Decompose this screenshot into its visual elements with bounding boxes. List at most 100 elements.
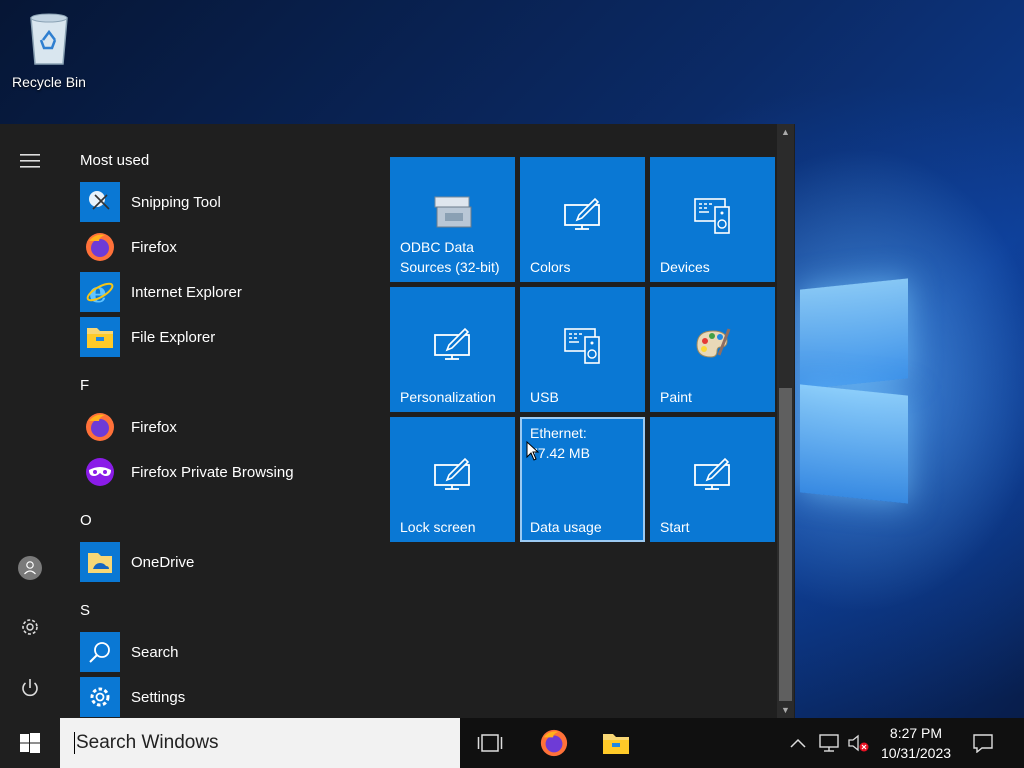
power-icon [22,679,38,697]
hamburger-icon [20,154,40,168]
internet-explorer-icon: e [80,272,120,312]
app-label: File Explorer [131,328,216,346]
app-label: Firefox Private Browsing [131,463,294,481]
taskbar-search-box[interactable]: Search Windows [60,718,460,768]
odbc-icon [434,196,471,228]
folder-icon [80,317,120,357]
app-item-firefox-private-browsing[interactable]: Firefox Private Browsing [80,452,370,492]
taskbar-file-explorer-button[interactable] [592,718,640,768]
task-view-button[interactable] [466,718,514,768]
tile-paint[interactable]: Paint [650,287,775,412]
data-usage-connection: Ethernet: [530,425,587,441]
app-item-search[interactable]: Search [80,632,370,672]
desktop-icon-recycle-bin[interactable]: Recycle Bin [6,6,92,98]
network-button[interactable] [816,731,842,755]
app-list: Most used Snipping Tool Firefox e Intern… [80,124,380,718]
palette-icon [695,328,730,358]
app-item-snipping-tool[interactable]: Snipping Tool [80,182,370,222]
volume-muted-icon [848,734,869,752]
show-hidden-icons-button[interactable] [788,731,808,755]
file-explorer-icon [603,734,629,754]
app-item-onedrive[interactable]: OneDrive [80,542,370,582]
user-icon [18,556,42,580]
group-header-o[interactable]: O [80,508,92,534]
tile-colors[interactable]: Colors [520,157,645,282]
tile-personalization[interactable]: Personalization [390,287,515,412]
keyboard-speaker-icon [563,328,600,364]
notification-icon [973,734,993,753]
keyboard-speaker-icon [693,198,730,234]
tile-label: Lock screen [400,519,476,535]
firefox-icon [80,227,120,267]
app-label: Firefox [131,238,177,256]
tile-label: Colors [530,259,571,275]
snipping-tool-icon [80,182,120,222]
tile-label: Data usage [530,519,602,535]
pen-monitor-icon [563,197,600,230]
group-header-f[interactable]: F [80,373,89,399]
expand-menu-button[interactable] [0,139,60,183]
chevron-up-icon [790,738,806,748]
app-label: Internet Explorer [131,283,242,301]
tile-data-usage[interactable]: Ethernet: 77.42 MB Data usage [520,417,645,542]
group-header-most-used: Most used [80,152,150,169]
clock-date: 10/31/2023 [880,745,952,761]
tile-odbc-data-sources[interactable]: ODBC Data Sources (32-bit) [390,157,515,282]
recycle-bin-icon [30,13,68,65]
start-scrollbar[interactable]: ▲ ▼ [777,124,794,718]
volume-button[interactable] [846,731,870,755]
scroll-thumb[interactable] [779,388,792,701]
start-button[interactable] [0,718,60,768]
start-menu: Most used Snipping Tool Firefox e Intern… [0,124,795,718]
firefox-icon [80,407,120,447]
app-item-firefox[interactable]: Firefox [80,407,370,447]
scroll-down-arrow-icon[interactable]: ▼ [777,702,794,718]
app-item-firefox[interactable]: Firefox [80,227,370,267]
pen-monitor-icon [433,327,470,360]
app-label: Firefox [131,418,177,436]
tile-lock-screen[interactable]: Lock screen [390,417,515,542]
clock-time: 8:27 PM [889,725,943,741]
scroll-up-arrow-icon[interactable]: ▲ [777,124,794,140]
tile-label: Start [660,519,690,535]
tile-label: Paint [660,389,692,405]
group-header-s[interactable]: S [80,598,90,624]
search-placeholder: Search Windows [74,732,219,754]
app-label: Snipping Tool [131,193,221,211]
tile-devices[interactable]: Devices [650,157,775,282]
network-icon [819,734,839,752]
action-center-button[interactable] [970,731,996,755]
tile-start[interactable]: Start [650,417,775,542]
start-rail [0,124,60,718]
desktop-icon-label: Recycle Bin [12,74,86,90]
taskbar-clock[interactable]: 8:27 PM 10/31/2023 [872,723,960,763]
tile-label: USB [530,389,559,405]
app-label: Search [131,643,179,661]
mouse-cursor-icon [526,441,540,461]
tile-usb[interactable]: USB [520,287,645,412]
onedrive-folder-icon [80,542,120,582]
pen-monitor-icon [693,457,730,490]
tile-label: ODBC Data Sources (32-bit) [400,239,500,275]
app-item-internet-explorer[interactable]: e Internet Explorer [80,272,370,312]
firefox-icon [540,729,568,757]
windows-logo-icon [20,733,40,753]
settings-button[interactable] [0,605,60,649]
app-label: OneDrive [131,553,195,571]
pen-monitor-icon [433,457,470,490]
app-label: Settings [131,688,186,706]
taskbar: Search Windows 8:27 PM 10/31/2023 [0,718,1024,768]
gear-icon [22,619,38,635]
power-button[interactable] [0,666,60,710]
tile-label: Personalization [400,389,496,405]
app-item-settings[interactable]: Settings [80,677,370,717]
gear-icon [80,677,120,717]
task-view-icon [477,734,503,752]
taskbar-firefox-button[interactable] [530,718,578,768]
windows-logo-wallpaper [800,262,912,506]
account-button[interactable] [0,546,60,590]
firefox-private-icon [80,452,120,492]
search-icon [80,632,120,672]
tile-label: Devices [660,259,710,275]
app-item-file-explorer[interactable]: File Explorer [80,317,370,357]
